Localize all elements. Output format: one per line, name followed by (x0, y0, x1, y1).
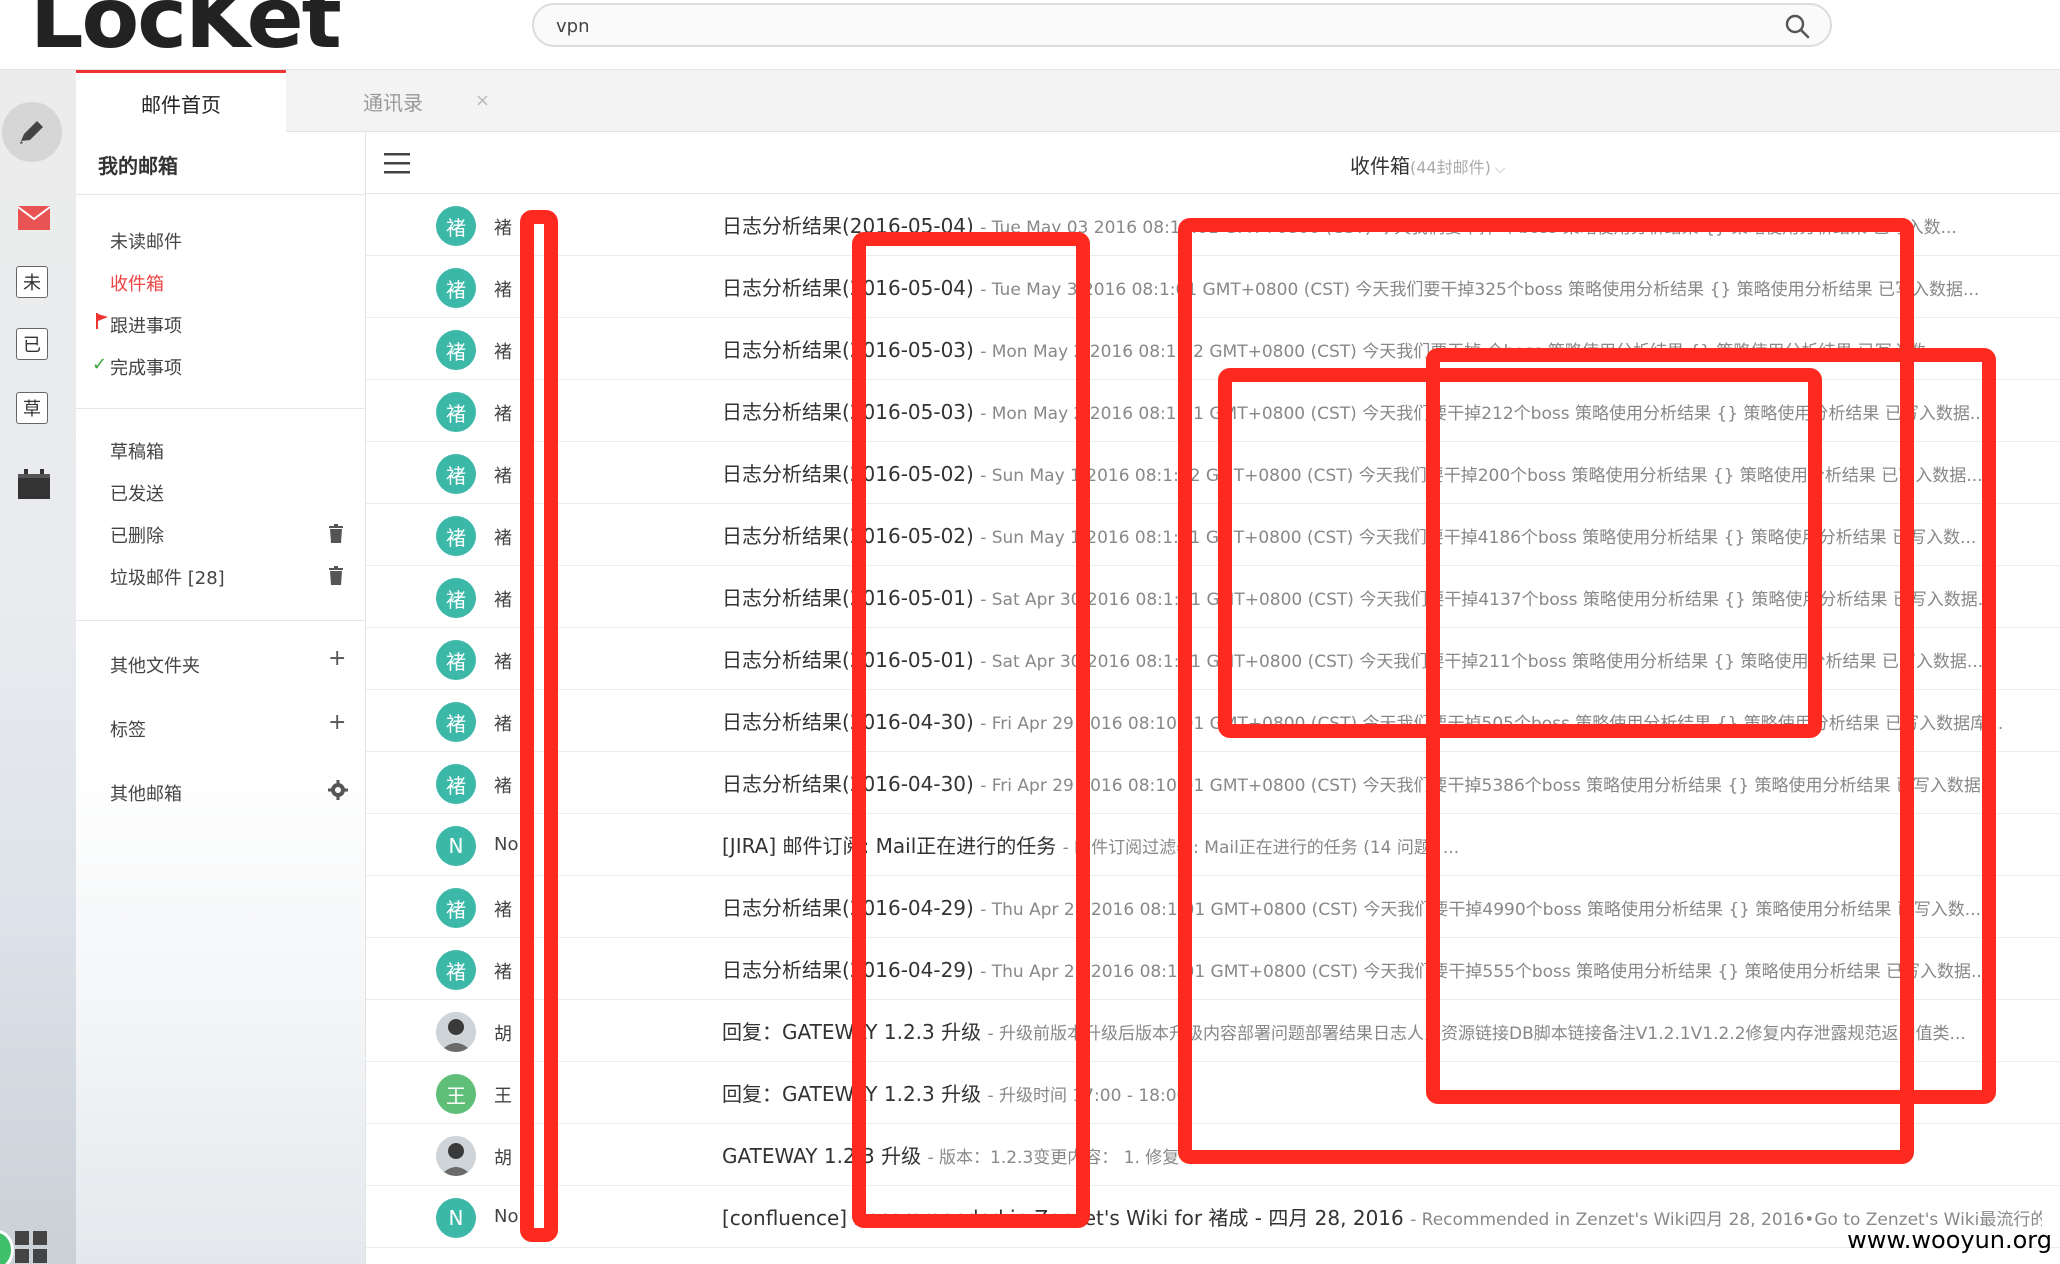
folder-followup-label: 跟进事项 (110, 316, 182, 337)
folder-done-label: 完成事项 (110, 358, 182, 379)
mail-nav-button[interactable] (14, 198, 54, 238)
left-icon-bar: 未 已 草 (0, 70, 76, 1264)
folder-drafts[interactable]: 草稿箱 (110, 438, 164, 464)
draft-glyph: 草 (23, 399, 41, 420)
menu-icon[interactable] (384, 152, 410, 174)
avatar: 褚 (436, 950, 476, 990)
folder-panel: 我的邮箱 未读邮件 收件箱 跟进事项 ✓ 完成事项 草稿箱 已发送 已删除 垃圾… (76, 132, 366, 1264)
calendar-icon (18, 469, 50, 499)
avatar: N (436, 1198, 476, 1238)
unread-glyph: 未 (23, 273, 41, 294)
folder-sent[interactable]: 已发送 (110, 480, 164, 506)
gear-icon[interactable] (328, 780, 348, 800)
top-header: LocKet (0, 0, 2060, 70)
inbox-title-label: 收件箱 (1350, 154, 1410, 178)
inbox-title[interactable]: 收件箱(44封邮件) ⌵ (1350, 150, 1505, 179)
chevron-down-icon: ⌵ (1494, 161, 1506, 177)
add-folder-plus-icon[interactable]: + (328, 646, 346, 671)
avatar (436, 1012, 476, 1052)
avatar: 褚 (436, 578, 476, 618)
tab-contacts[interactable]: 通讯录 × (288, 70, 498, 132)
avatar: 褚 (436, 764, 476, 804)
app-root: LocKet 未 已 草 (0, 0, 2060, 1264)
tab-mail-home[interactable]: 邮件首页 (76, 70, 286, 133)
trash-icon[interactable] (328, 566, 344, 586)
avatar: 褚 (436, 516, 476, 556)
compose-button[interactable] (2, 102, 62, 162)
apps-grid-icon[interactable] (14, 1230, 48, 1264)
flag-icon (96, 313, 108, 329)
search-bar[interactable] (532, 3, 1832, 47)
tab-strip: 邮件首页 通讯录 × (76, 70, 2060, 133)
add-tag-plus-icon[interactable]: + (328, 710, 346, 735)
draft-nav-button[interactable]: 草 (16, 392, 48, 424)
message-row[interactable]: N No [confluence] Recommended in Zenzet's … (366, 1186, 2060, 1248)
inbox-count: (44封邮件) (1410, 158, 1491, 177)
folder-inbox[interactable]: 收件箱 (110, 270, 164, 296)
trash-icon[interactable] (328, 524, 344, 544)
divider (76, 620, 366, 621)
tab-contacts-label: 通讯录 (363, 90, 423, 115)
calendar-nav-button[interactable] (14, 464, 54, 504)
avatar: 王 (436, 1074, 476, 1114)
red-annotation-box (520, 210, 558, 1242)
folder-done[interactable]: ✓ 完成事项 (92, 354, 182, 380)
avatar: N (436, 826, 476, 866)
avatar: 褚 (436, 392, 476, 432)
done-nav-button[interactable]: 已 (16, 328, 48, 360)
search-input[interactable] (556, 11, 1756, 41)
app-logo[interactable]: LocKet (30, 0, 342, 60)
unread-nav-button[interactable]: 未 (16, 266, 48, 298)
red-annotation-box (852, 232, 1090, 1228)
red-annotation-box (1426, 348, 1996, 1104)
group-other-folders[interactable]: 其他文件夹 (110, 652, 200, 678)
folder-deleted[interactable]: 已删除 (110, 522, 164, 548)
watermark: www.wooyun.org (1847, 1226, 2052, 1254)
folders-title: 我的邮箱 (98, 154, 178, 178)
status-dot (0, 1230, 14, 1264)
search-icon[interactable] (1784, 13, 1810, 39)
check-icon: ✓ (92, 354, 108, 375)
divider (76, 408, 366, 409)
list-header: 收件箱(44封邮件) ⌵ (366, 132, 2060, 194)
avatar (436, 1136, 476, 1176)
avatar: 褚 (436, 330, 476, 370)
avatar: 褚 (436, 206, 476, 246)
group-tags[interactable]: 标签 (110, 716, 146, 742)
group-other-mailboxes[interactable]: 其他邮箱 (110, 780, 182, 806)
avatar: 褚 (436, 888, 476, 928)
folder-unread[interactable]: 未读邮件 (110, 228, 182, 254)
folder-spam[interactable]: 垃圾邮件 [28] (110, 564, 225, 590)
mail-icon (17, 206, 51, 230)
close-icon[interactable]: × (475, 90, 490, 111)
avatar: 褚 (436, 268, 476, 308)
avatar: 褚 (436, 640, 476, 680)
folder-followup[interactable]: 跟进事项 (96, 312, 182, 338)
divider (76, 194, 366, 195)
pencil-icon (20, 121, 43, 144)
avatar: 褚 (436, 702, 476, 742)
done-glyph: 已 (23, 335, 41, 356)
avatar: 褚 (436, 454, 476, 494)
